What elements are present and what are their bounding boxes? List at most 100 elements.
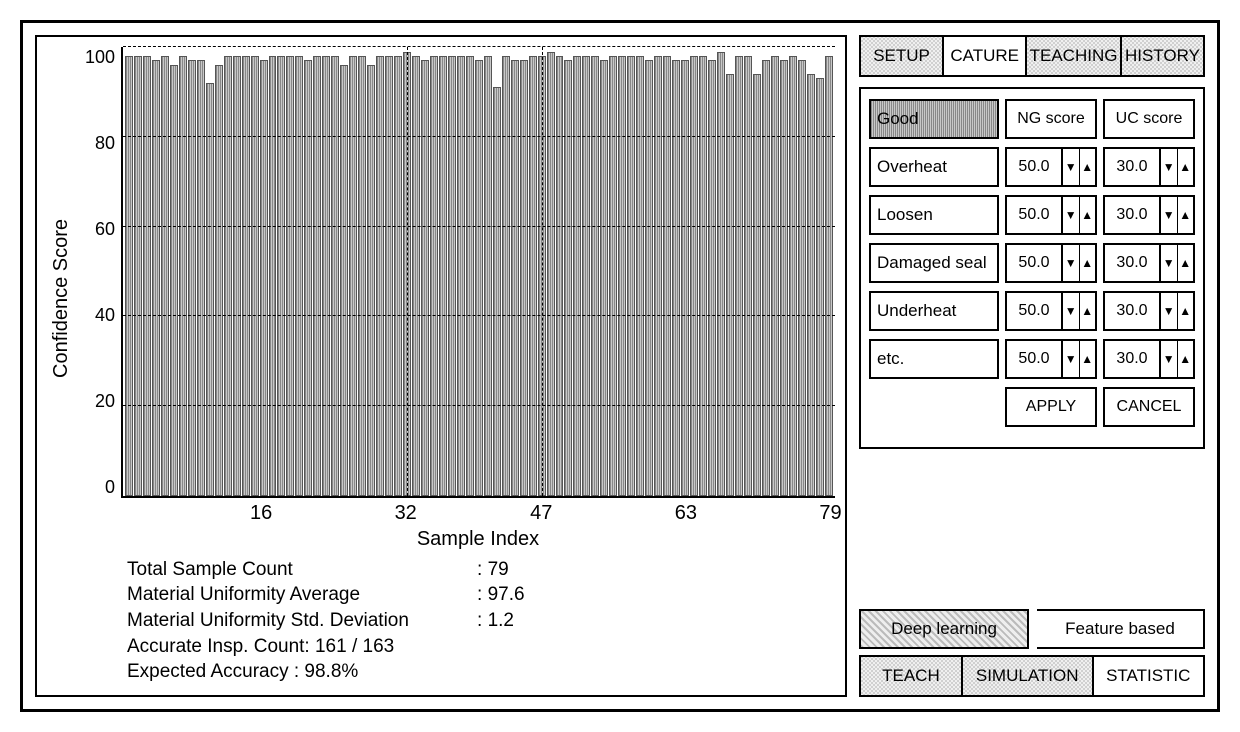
tab-teach[interactable]: TEACH xyxy=(859,655,963,697)
triangle-down-icon[interactable]: ▼ xyxy=(1161,245,1178,281)
top-tabs: SETUP CATURE TEACHING HISTORY xyxy=(859,35,1205,77)
bar xyxy=(600,60,608,495)
uc-spinner[interactable]: 30.0▼▲ xyxy=(1103,291,1195,331)
triangle-down-icon[interactable]: ▼ xyxy=(1063,341,1080,377)
bar xyxy=(475,60,483,495)
xlabel: Sample Index xyxy=(121,528,835,551)
spinner-buttons: ▼▲ xyxy=(1159,293,1193,329)
settings-panel: GoodNG scoreUC scoreOverheat50.0▼▲30.0▼▲… xyxy=(859,87,1205,449)
bar xyxy=(457,56,465,496)
settings-row: Loosen50.0▼▲30.0▼▲ xyxy=(869,195,1195,235)
xticks: 1632476379 xyxy=(121,498,835,528)
chart-inner: 100806040200 1632476379 Sample Index xyxy=(75,47,835,551)
spinner-buttons: ▼▲ xyxy=(1061,293,1095,329)
tab-statistic[interactable]: STATISTIC xyxy=(1094,655,1205,697)
xtick: 79 xyxy=(819,502,841,525)
tab-history[interactable]: HISTORY xyxy=(1122,35,1205,77)
bar xyxy=(448,56,456,496)
bar xyxy=(618,56,626,496)
ng-spinner[interactable]: 50.0▼▲ xyxy=(1005,147,1097,187)
triangle-down-icon[interactable]: ▼ xyxy=(1161,341,1178,377)
spinner-value: 50.0 xyxy=(1007,341,1061,377)
triangle-up-icon[interactable]: ▲ xyxy=(1178,245,1194,281)
triangle-down-icon[interactable]: ▼ xyxy=(1063,149,1080,185)
mode-feature-based[interactable]: Feature based xyxy=(1037,609,1205,649)
spinner-value: 30.0 xyxy=(1105,293,1159,329)
spinner-value: 50.0 xyxy=(1007,293,1061,329)
stat-accurate-insp: Accurate Insp. Count: 161 / 163 xyxy=(127,634,835,660)
yticks: 100806040200 xyxy=(75,47,121,498)
xtick: 32 xyxy=(395,502,417,525)
triangle-down-icon[interactable]: ▼ xyxy=(1161,293,1178,329)
spinner-value: 30.0 xyxy=(1105,245,1159,281)
bar xyxy=(385,56,393,496)
triangle-up-icon[interactable]: ▲ xyxy=(1178,293,1194,329)
bar xyxy=(582,56,590,496)
triangle-up-icon[interactable]: ▲ xyxy=(1080,197,1096,233)
bar xyxy=(134,56,142,496)
uc-spinner[interactable]: 30.0▼▲ xyxy=(1103,195,1195,235)
spinner-buttons: ▼▲ xyxy=(1061,149,1095,185)
grid-h xyxy=(123,315,835,316)
tab-teaching[interactable]: TEACHING xyxy=(1027,35,1122,77)
triangle-up-icon[interactable]: ▲ xyxy=(1178,149,1194,185)
settings-row: Damaged seal50.0▼▲30.0▼▲ xyxy=(869,243,1195,283)
bar xyxy=(520,60,528,495)
bar xyxy=(260,60,268,495)
bar xyxy=(529,56,537,496)
grid-h xyxy=(123,46,835,47)
ng-spinner[interactable]: 50.0▼▲ xyxy=(1005,291,1097,331)
bar xyxy=(627,56,635,496)
bar xyxy=(771,56,779,496)
grid-h xyxy=(123,136,835,137)
triangle-up-icon[interactable]: ▲ xyxy=(1080,341,1096,377)
spinner-value: 50.0 xyxy=(1007,245,1061,281)
bars xyxy=(123,47,835,496)
bar xyxy=(511,60,519,495)
bar xyxy=(197,60,205,495)
triangle-down-icon[interactable]: ▼ xyxy=(1063,293,1080,329)
settings-row: Underheat50.0▼▲30.0▼▲ xyxy=(869,291,1195,331)
bar xyxy=(242,56,250,496)
category-cell: Overheat xyxy=(869,147,999,187)
ng-spinner[interactable]: 50.0▼▲ xyxy=(1005,339,1097,379)
bar xyxy=(726,74,734,496)
tab-simulation[interactable]: SIMULATION xyxy=(963,655,1094,697)
bar xyxy=(466,56,474,496)
spinner-buttons: ▼▲ xyxy=(1061,341,1095,377)
bar xyxy=(331,56,339,496)
bar xyxy=(313,56,321,496)
cancel-button[interactable]: CANCEL xyxy=(1103,387,1195,427)
ng-spinner[interactable]: 50.0▼▲ xyxy=(1005,243,1097,283)
triangle-down-icon[interactable]: ▼ xyxy=(1161,197,1178,233)
bar xyxy=(394,56,402,496)
bar xyxy=(735,56,743,496)
bar xyxy=(179,56,187,496)
stat-total: Total Sample Count : 79 xyxy=(127,557,835,583)
triangle-up-icon[interactable]: ▲ xyxy=(1080,149,1096,185)
stat-expected-acc: Expected Accuracy : 98.8% xyxy=(127,659,835,685)
bar xyxy=(152,60,160,495)
bar xyxy=(663,56,671,496)
mode-deep-learning[interactable]: Deep learning xyxy=(859,609,1029,649)
tab-cature[interactable]: CATURE xyxy=(944,35,1027,77)
triangle-up-icon[interactable]: ▲ xyxy=(1080,245,1096,281)
tab-setup[interactable]: SETUP xyxy=(859,35,944,77)
uc-spinner[interactable]: 30.0▼▲ xyxy=(1103,243,1195,283)
triangle-down-icon[interactable]: ▼ xyxy=(1161,149,1178,185)
apply-button[interactable]: APPLY xyxy=(1005,387,1097,427)
uc-spinner[interactable]: 30.0▼▲ xyxy=(1103,339,1195,379)
triangle-down-icon[interactable]: ▼ xyxy=(1063,197,1080,233)
ng-spinner[interactable]: 50.0▼▲ xyxy=(1005,195,1097,235)
triangle-down-icon[interactable]: ▼ xyxy=(1063,245,1080,281)
uc-spinner[interactable]: 30.0▼▲ xyxy=(1103,147,1195,187)
spinner-value: 50.0 xyxy=(1007,197,1061,233)
triangle-up-icon[interactable]: ▲ xyxy=(1178,197,1194,233)
triangle-up-icon[interactable]: ▲ xyxy=(1178,341,1194,377)
grid-h xyxy=(123,405,835,406)
bar xyxy=(349,56,357,496)
bar xyxy=(547,52,555,496)
triangle-up-icon[interactable]: ▲ xyxy=(1080,293,1096,329)
bar xyxy=(188,60,196,495)
chart-row: 100806040200 xyxy=(75,47,835,498)
